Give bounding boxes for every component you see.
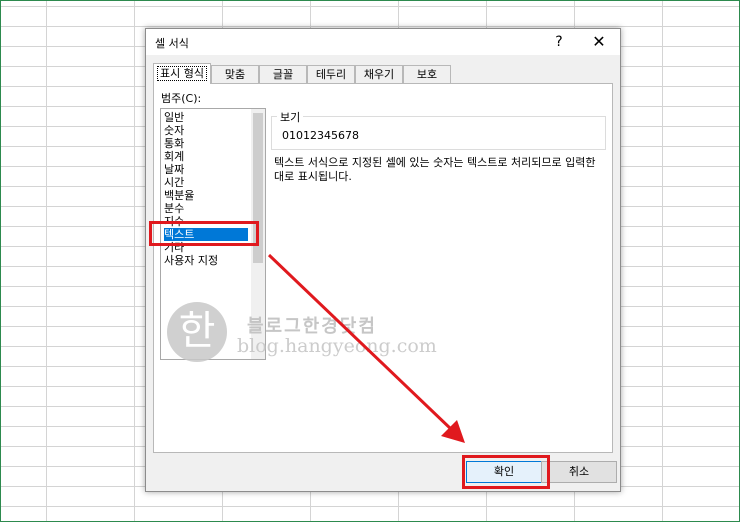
tab-number[interactable]: 표시 형식: [153, 63, 211, 84]
arrow-shaft: [267, 253, 454, 432]
annotation-arrow: [267, 253, 465, 443]
